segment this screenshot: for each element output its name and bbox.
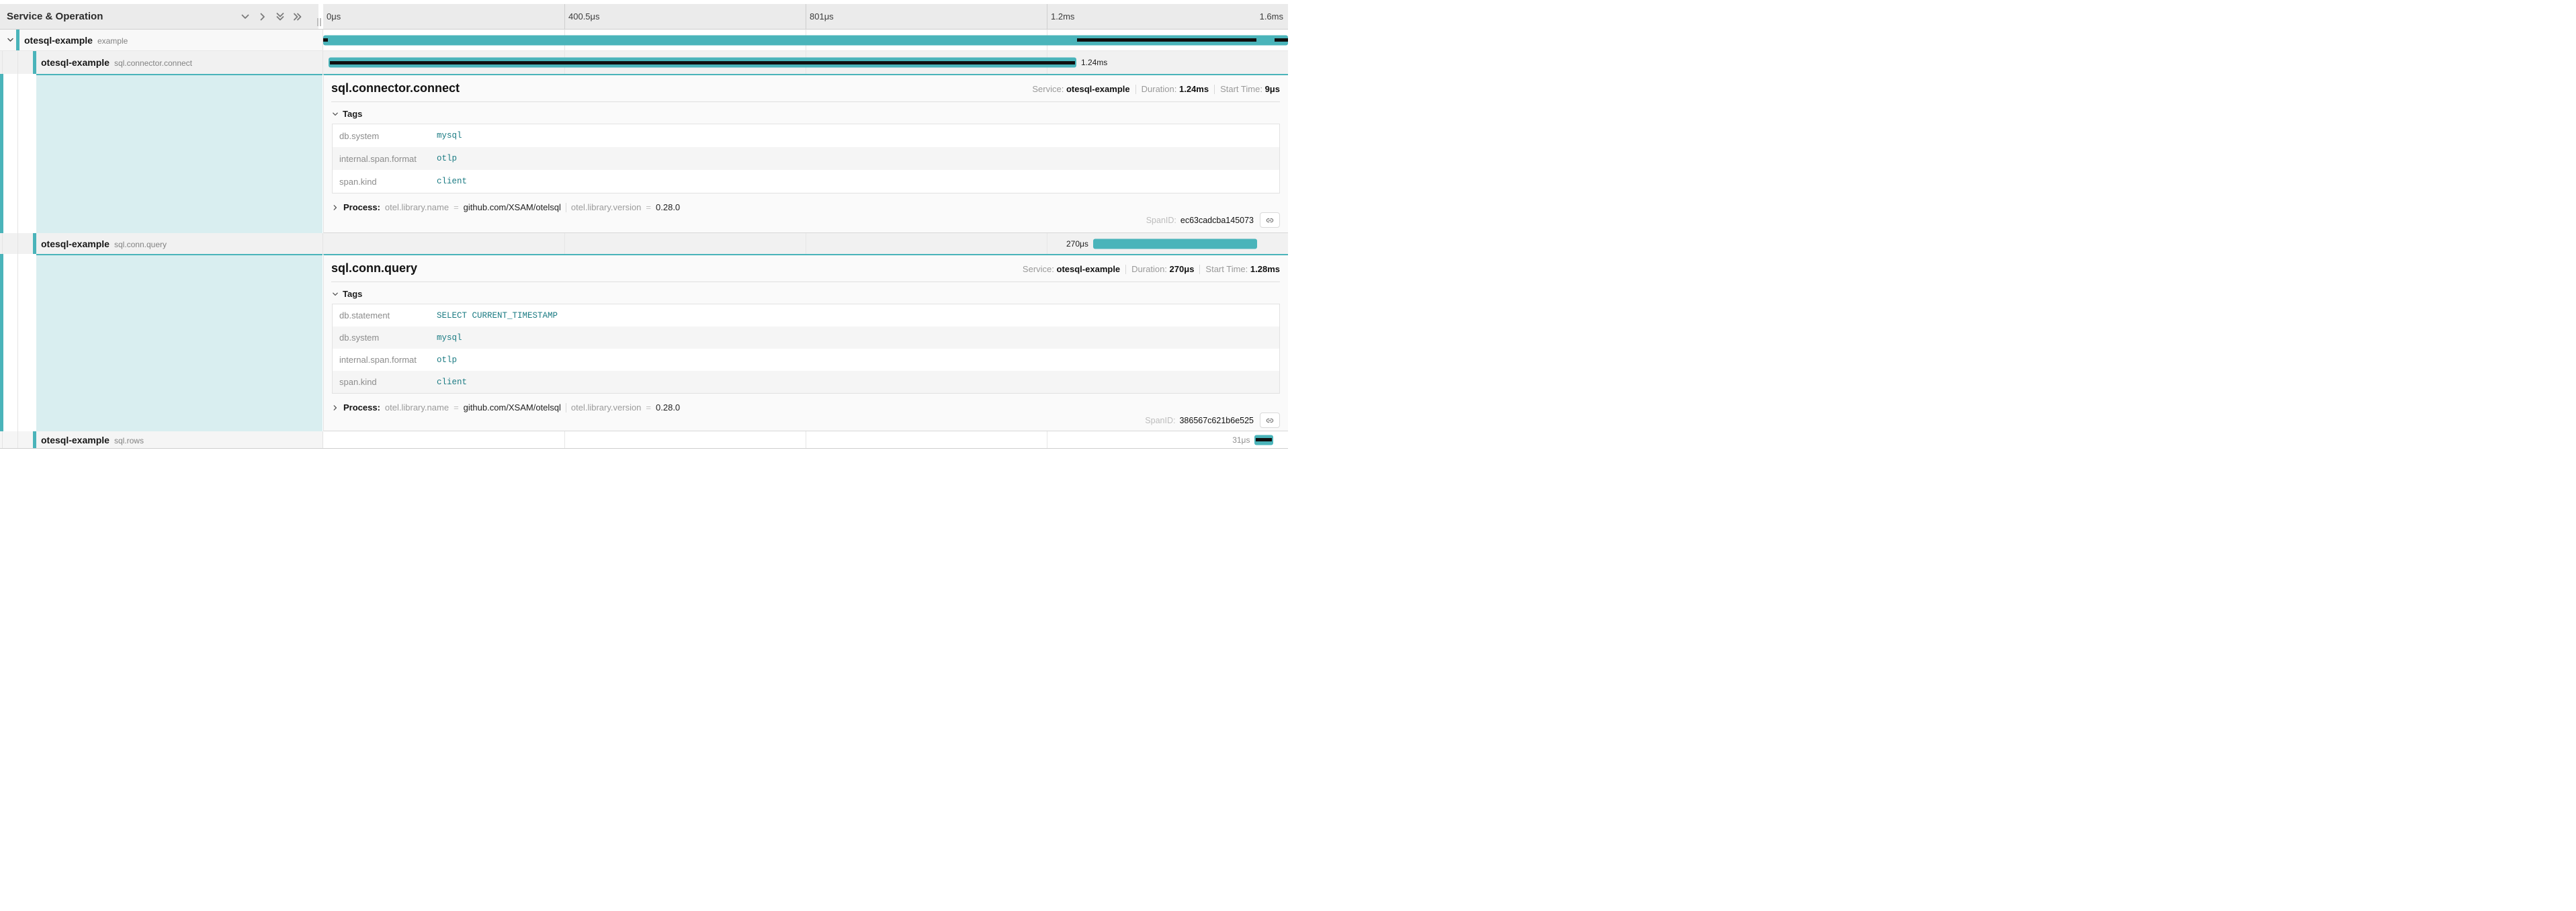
tags-section-toggle[interactable]: Tags bbox=[332, 109, 1280, 119]
meta-duration: 1.24ms bbox=[1179, 84, 1209, 94]
ruler-tick: 1.6ms bbox=[1260, 4, 1288, 29]
column-title: Service & Operation bbox=[7, 11, 103, 22]
service-color-accent bbox=[33, 233, 36, 254]
span-bar[interactable] bbox=[1093, 238, 1257, 249]
link-icon bbox=[1265, 416, 1275, 425]
service-name: otesql-example bbox=[41, 435, 110, 445]
span-row-sql-connector-connect: otesql-example sql.connector.connect 1.2… bbox=[0, 51, 1288, 74]
span-detail-panel: sql.connector.connect Service: otesql-ex… bbox=[323, 74, 1288, 233]
span-id-value: ec63cadcba145073 bbox=[1180, 216, 1254, 225]
span-detail-section: sql.conn.query Service: otesql-example D… bbox=[0, 254, 1288, 431]
span-duration-label: 1.24ms bbox=[1081, 58, 1107, 67]
service-name: otesql-example bbox=[24, 35, 93, 46]
meta-service: otesql-example bbox=[1057, 264, 1121, 274]
service-color-accent bbox=[0, 74, 3, 233]
divider bbox=[331, 281, 1280, 282]
span-id-value: 386567c621b6e525 bbox=[1179, 416, 1254, 425]
span-bar-cell[interactable]: 1.24ms bbox=[323, 51, 1288, 74]
service-color-accent bbox=[16, 30, 19, 50]
span-duration-label: 31μs bbox=[1232, 435, 1250, 445]
tags-section-toggle[interactable]: Tags bbox=[332, 289, 1280, 299]
meta-start-time: 9μs bbox=[1265, 84, 1280, 94]
timeline-header: Service & Operation 0μs 400.5μs bbox=[0, 4, 1288, 30]
span-detail-section: sql.connector.connect Service: otesql-ex… bbox=[0, 74, 1288, 233]
operation-name: example bbox=[97, 36, 128, 46]
tag-row: span.kindclient bbox=[333, 170, 1279, 193]
span-bar-cell[interactable]: 270μs bbox=[323, 233, 1288, 254]
span-row-sql-rows: otesql-example sql.rows 31μs bbox=[0, 431, 1288, 448]
service-color-accent bbox=[33, 51, 36, 74]
span-bar[interactable] bbox=[1254, 435, 1273, 445]
copy-link-button[interactable] bbox=[1260, 413, 1280, 428]
trace-timeline-view: Service & Operation 0μs 400.5μs bbox=[0, 0, 1288, 455]
ruler-tick: 0μs bbox=[323, 4, 341, 29]
span-meta: Service: otesql-example Duration: 270μs … bbox=[1023, 264, 1280, 274]
service-name: otesql-example bbox=[41, 238, 110, 249]
span-name-cell[interactable]: otesql-example example bbox=[0, 30, 323, 50]
tag-row: db.systemmysql bbox=[333, 124, 1279, 147]
tags-table: db.statementSELECT CURRENT_TIMESTAMP db.… bbox=[332, 304, 1280, 394]
collapse-one-icon[interactable] bbox=[240, 11, 250, 21]
tag-row: span.kindclient bbox=[333, 371, 1279, 393]
operation-name: sql.rows bbox=[114, 436, 144, 445]
service-color-accent bbox=[33, 431, 36, 448]
ruler-tick: 1.2ms bbox=[1047, 4, 1074, 29]
operation-name: sql.connector.connect bbox=[114, 58, 192, 68]
span-bar-cell[interactable]: 31μs bbox=[323, 431, 1288, 448]
span-detail-panel: sql.conn.query Service: otesql-example D… bbox=[323, 254, 1288, 431]
span-meta: Service: otesql-example Duration: 1.24ms… bbox=[1032, 84, 1280, 94]
detail-left-gutter bbox=[0, 254, 323, 431]
tag-row: db.statementSELECT CURRENT_TIMESTAMP bbox=[333, 304, 1279, 327]
span-title: sql.conn.query bbox=[331, 261, 417, 275]
link-icon bbox=[1265, 216, 1275, 225]
detail-left-gutter bbox=[0, 74, 323, 233]
selected-span-highlight bbox=[36, 74, 323, 233]
bottom-strip bbox=[0, 448, 1288, 455]
span-column-header: Service & Operation bbox=[0, 4, 318, 29]
selected-span-highlight bbox=[36, 254, 323, 431]
span-duration-label: 270μs bbox=[1066, 239, 1088, 249]
ruler-tick: 400.5μs bbox=[564, 4, 600, 29]
span-id-row: SpanID: ec63cadcba145073 bbox=[331, 212, 1280, 229]
span-row-sql-conn-query: otesql-example sql.conn.query 270μs bbox=[0, 233, 1288, 254]
process-section-toggle[interactable]: Process: otel.library.name=github.com/XS… bbox=[332, 202, 1280, 212]
ruler-tick: 801μs bbox=[806, 4, 834, 29]
expand-collapse-toolbar bbox=[240, 11, 302, 21]
tag-row: internal.span.formatotlp bbox=[333, 349, 1279, 371]
span-bar[interactable] bbox=[323, 35, 1288, 45]
span-name-cell[interactable]: otesql-example sql.connector.connect bbox=[0, 51, 323, 74]
meta-service: otesql-example bbox=[1066, 84, 1130, 94]
chevron-down-icon bbox=[332, 291, 339, 298]
chevron-right-icon bbox=[332, 404, 339, 411]
span-id-row: SpanID: 386567c621b6e525 bbox=[331, 413, 1280, 429]
span-bar-cell[interactable] bbox=[323, 30, 1288, 50]
tag-row: db.systemmysql bbox=[333, 327, 1279, 349]
span-name-cell[interactable]: otesql-example sql.rows bbox=[0, 431, 323, 448]
service-color-accent bbox=[0, 254, 3, 431]
divider bbox=[331, 101, 1280, 102]
timeline-ruler[interactable]: 0μs 400.5μs 801μs 1.2ms 1.6ms bbox=[323, 4, 1288, 29]
span-name-cell[interactable]: otesql-example sql.conn.query bbox=[0, 233, 323, 254]
copy-link-button[interactable] bbox=[1260, 212, 1280, 228]
chevron-right-icon bbox=[332, 204, 339, 211]
chevron-down-icon[interactable] bbox=[5, 36, 15, 45]
process-section-toggle[interactable]: Process: otel.library.name=github.com/XS… bbox=[332, 402, 1280, 413]
expand-one-icon[interactable] bbox=[257, 11, 267, 21]
span-title: sql.connector.connect bbox=[331, 81, 460, 95]
meta-start-time: 1.28ms bbox=[1250, 264, 1280, 274]
tags-table: db.systemmysql internal.span.formatotlp … bbox=[332, 124, 1280, 193]
collapse-all-icon[interactable] bbox=[275, 11, 285, 21]
operation-name: sql.conn.query bbox=[114, 240, 167, 249]
expand-all-icon[interactable] bbox=[292, 11, 302, 21]
service-name: otesql-example bbox=[41, 57, 110, 68]
tag-row: internal.span.formatotlp bbox=[333, 147, 1279, 170]
span-row-example: otesql-example example bbox=[0, 30, 1288, 51]
column-resizer-handle[interactable] bbox=[317, 18, 323, 26]
span-bar[interactable] bbox=[329, 58, 1076, 68]
meta-duration: 270μs bbox=[1170, 264, 1195, 274]
chevron-down-icon bbox=[332, 111, 339, 118]
